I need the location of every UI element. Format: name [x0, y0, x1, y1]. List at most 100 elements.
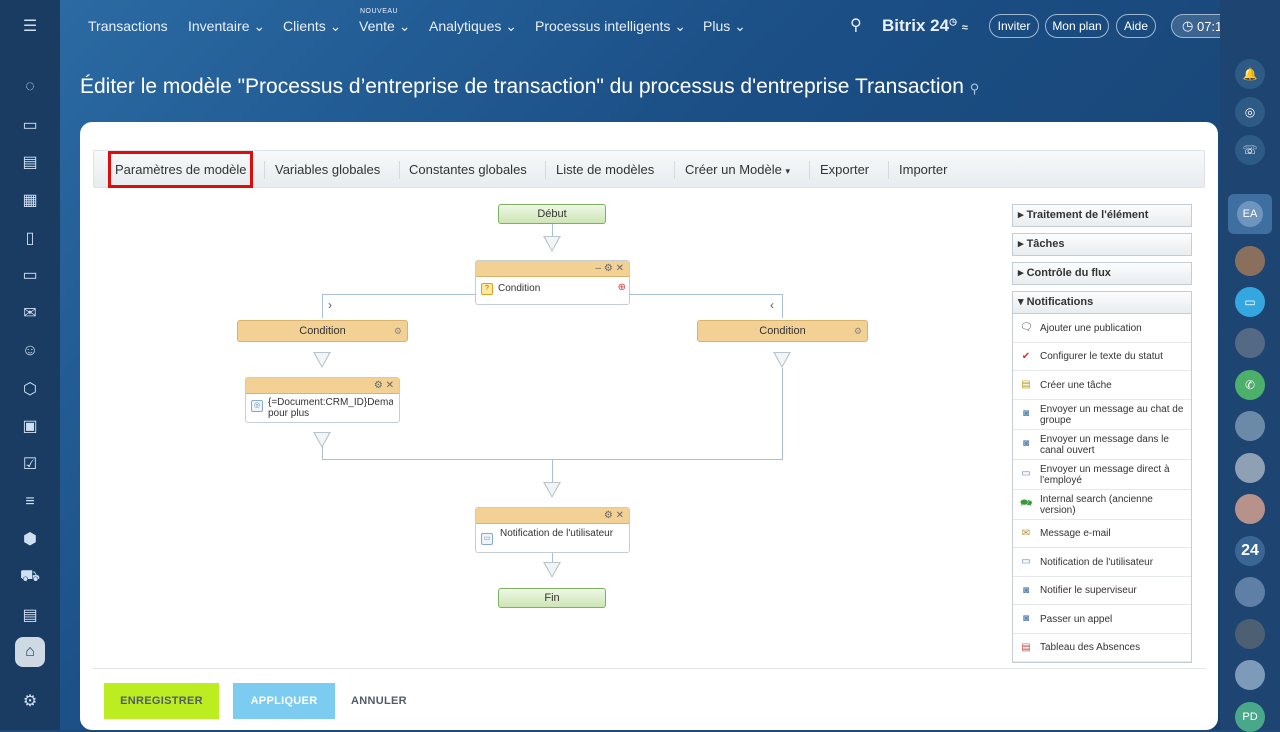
calendar-icon[interactable]: ▦ — [15, 185, 45, 215]
right-sidebar: 🔔 ◎ ☏ EA ▭ ✆ 24 PD — [1220, 0, 1280, 732]
branch-condition-left[interactable]: Condition ⚙ — [237, 320, 408, 342]
arrow — [313, 352, 331, 368]
separator — [264, 161, 265, 179]
list-item[interactable]: ◙ Notifier le superviseur — [1013, 577, 1191, 605]
start-node[interactable]: Début — [498, 204, 606, 224]
board-icon[interactable]: ▣ — [15, 411, 45, 441]
call-icon: ◙ — [1022, 613, 1030, 624]
cart-icon[interactable]: ⛟ — [15, 562, 45, 592]
end-node[interactable]: Fin — [498, 588, 606, 608]
separator — [888, 161, 889, 179]
crm-icon[interactable]: ◌ — [15, 72, 45, 102]
condition-main[interactable]: – ⚙ ✕ ? Condition ⊕ — [475, 260, 630, 305]
nav-inventory[interactable]: Inventaire ⌄ — [188, 18, 265, 35]
menu-icon[interactable]: ☰ — [15, 11, 45, 41]
avatar[interactable] — [1235, 660, 1265, 690]
avatar[interactable] — [1235, 577, 1265, 607]
notification-activity[interactable]: ⚙ ✕ ▭ Notification de l'utilisateur — [475, 507, 630, 553]
apply-button[interactable]: APPLIQUER — [233, 683, 335, 719]
nav-sales[interactable]: Vente ⌄ — [359, 18, 410, 35]
export-button[interactable]: Exporter — [820, 162, 869, 177]
gear-icon[interactable]: ⚙ — [394, 321, 402, 341]
avatar-24[interactable]: 24 — [1235, 536, 1265, 566]
list-item[interactable]: 🗪 Internal search (ancienne version) — [1013, 490, 1191, 520]
create-template-dropdown[interactable]: Créer un Modèle ▾ — [685, 162, 790, 177]
list-item[interactable]: ◙ Envoyer un message au chat de groupe — [1013, 400, 1191, 430]
list-item[interactable]: ▭ Envoyer un message direct à l'employé — [1013, 460, 1191, 490]
avatar[interactable] — [1235, 494, 1265, 524]
gear-icon[interactable]: ⚙ — [854, 321, 862, 341]
avatar[interactable] — [1235, 411, 1265, 441]
group-element-processing[interactable]: ▸ Traitement de l'élément — [1012, 204, 1192, 227]
editor-card: Paramètres de modèle Variables globales … — [80, 122, 1218, 730]
avatar-ea[interactable]: EA — [1228, 194, 1272, 234]
copilot-icon[interactable]: ◎ — [1235, 97, 1265, 127]
bell-icon[interactable]: 🔔 — [1235, 59, 1265, 89]
docs-icon[interactable]: ▯ — [15, 223, 45, 253]
checkmark-icon: ✔ — [1021, 350, 1031, 362]
list-item[interactable]: ▭ Notification de l'utilisateur — [1013, 548, 1191, 577]
list-item[interactable]: ◙ Envoyer un message dans le canal ouvert — [1013, 430, 1191, 460]
chat-icon[interactable]: ▭ — [15, 110, 45, 140]
separator — [545, 161, 546, 179]
top-navigation: Transactions Inventaire ⌄ Clients ⌄ NOUV… — [60, 0, 1251, 52]
connector — [322, 446, 323, 460]
avatar[interactable] — [1235, 246, 1265, 276]
avatar[interactable] — [1235, 453, 1265, 483]
list-item[interactable]: ✉ Message e-mail — [1013, 520, 1191, 548]
contacts-icon[interactable]: ☺ — [15, 336, 45, 366]
sites-icon[interactable]: ⬡ — [15, 374, 45, 404]
notifications-list: 🗨 Ajouter une publication ✔ Configurer le … — [1012, 314, 1192, 663]
group-tasks[interactable]: ▸ Tâches — [1012, 233, 1192, 256]
nav-smart-processes[interactable]: Processus intelligents ⌄ — [535, 18, 686, 35]
list-item[interactable]: ▤ Créer une tâche — [1013, 371, 1191, 400]
activity-body: ▭ Notification de l'utilisateur — [476, 524, 629, 545]
arrow — [543, 562, 561, 578]
phone-icon[interactable]: ✆ — [1235, 370, 1265, 400]
avatar[interactable] — [1235, 328, 1265, 358]
connector — [322, 294, 476, 295]
left-sidebar: ☰ ◌ ▭ ▤ ▦ ▯ ▭ ✉ ☺ ⬡ ▣ ☑ ≡ ⬢ ⛟ ▤ ⌂ ⚙ — [0, 0, 60, 730]
group-notifications[interactable]: ▾ Notifications — [1012, 291, 1192, 314]
mail-icon[interactable]: ✉ — [15, 298, 45, 328]
list-item[interactable]: 🗨 Ajouter une publication — [1013, 314, 1191, 343]
cancel-button[interactable]: ANNULER — [344, 683, 414, 719]
chat-avatar[interactable]: ▭ — [1235, 287, 1265, 317]
invite-button[interactable]: Inviter — [989, 14, 1039, 38]
save-button[interactable]: ENREGISTRER — [104, 683, 219, 719]
avatar-pd[interactable]: PD — [1235, 702, 1265, 732]
list-item[interactable]: ◙ Passer un appel — [1013, 605, 1191, 634]
group-flow-control[interactable]: ▸ Contrôle du flux — [1012, 262, 1192, 285]
add-branch-icon[interactable]: ⊕ — [618, 282, 626, 293]
list-item[interactable]: ▤ Tableau des Absences — [1013, 634, 1191, 662]
list-item[interactable]: ✔ Configurer le texte du statut — [1013, 343, 1191, 371]
search-icon[interactable]: ⚲ — [850, 15, 862, 35]
workflow-canvas: Début – ⚙ ✕ ? Condition ⊕ › ‹ Condition ⚙… — [80, 194, 1000, 664]
nav-more[interactable]: Plus ⌄ — [703, 18, 746, 35]
settings-icon[interactable]: ⚙ — [15, 686, 45, 716]
tab-template-list[interactable]: Liste de modèles — [556, 162, 654, 177]
editor-toolbar: Paramètres de modèle Variables globales … — [93, 150, 1205, 188]
tab-global-variables[interactable]: Variables globales — [275, 162, 380, 177]
avatar[interactable] — [1235, 619, 1265, 649]
plan-button[interactable]: Mon plan — [1045, 14, 1109, 38]
card-icon[interactable]: ▤ — [15, 600, 45, 630]
absence-table-icon: ▤ — [1021, 641, 1031, 653]
support-icon[interactable]: ☏ — [1235, 135, 1265, 165]
filter-icon[interactable]: ≡ — [15, 487, 45, 517]
box-icon[interactable]: ⬢ — [15, 524, 45, 554]
activity-body: ◎ {=Document:CRM_ID}Dema pour plus — [246, 394, 399, 419]
import-button[interactable]: Importer — [899, 162, 947, 177]
branch-condition-right[interactable]: Condition ⚙ — [697, 320, 868, 342]
tasks-icon[interactable]: ☑ — [15, 449, 45, 479]
pin-icon[interactable]: ⚲ — [970, 81, 980, 96]
feed-icon[interactable]: ▤ — [15, 147, 45, 177]
tab-global-constants[interactable]: Constantes globales — [409, 162, 527, 177]
robot-icon[interactable]: ⌂ — [15, 637, 45, 667]
nav-clients[interactable]: Clients ⌄ — [283, 18, 341, 35]
help-button[interactable]: Aide — [1116, 14, 1156, 38]
drive-icon[interactable]: ▭ — [15, 260, 45, 290]
activity-left[interactable]: ⚙ ✕ ◎ {=Document:CRM_ID}Dema pour plus — [245, 377, 400, 423]
nav-transactions[interactable]: Transactions — [88, 18, 168, 34]
nav-analytics[interactable]: Analytiques ⌄ — [429, 18, 517, 35]
